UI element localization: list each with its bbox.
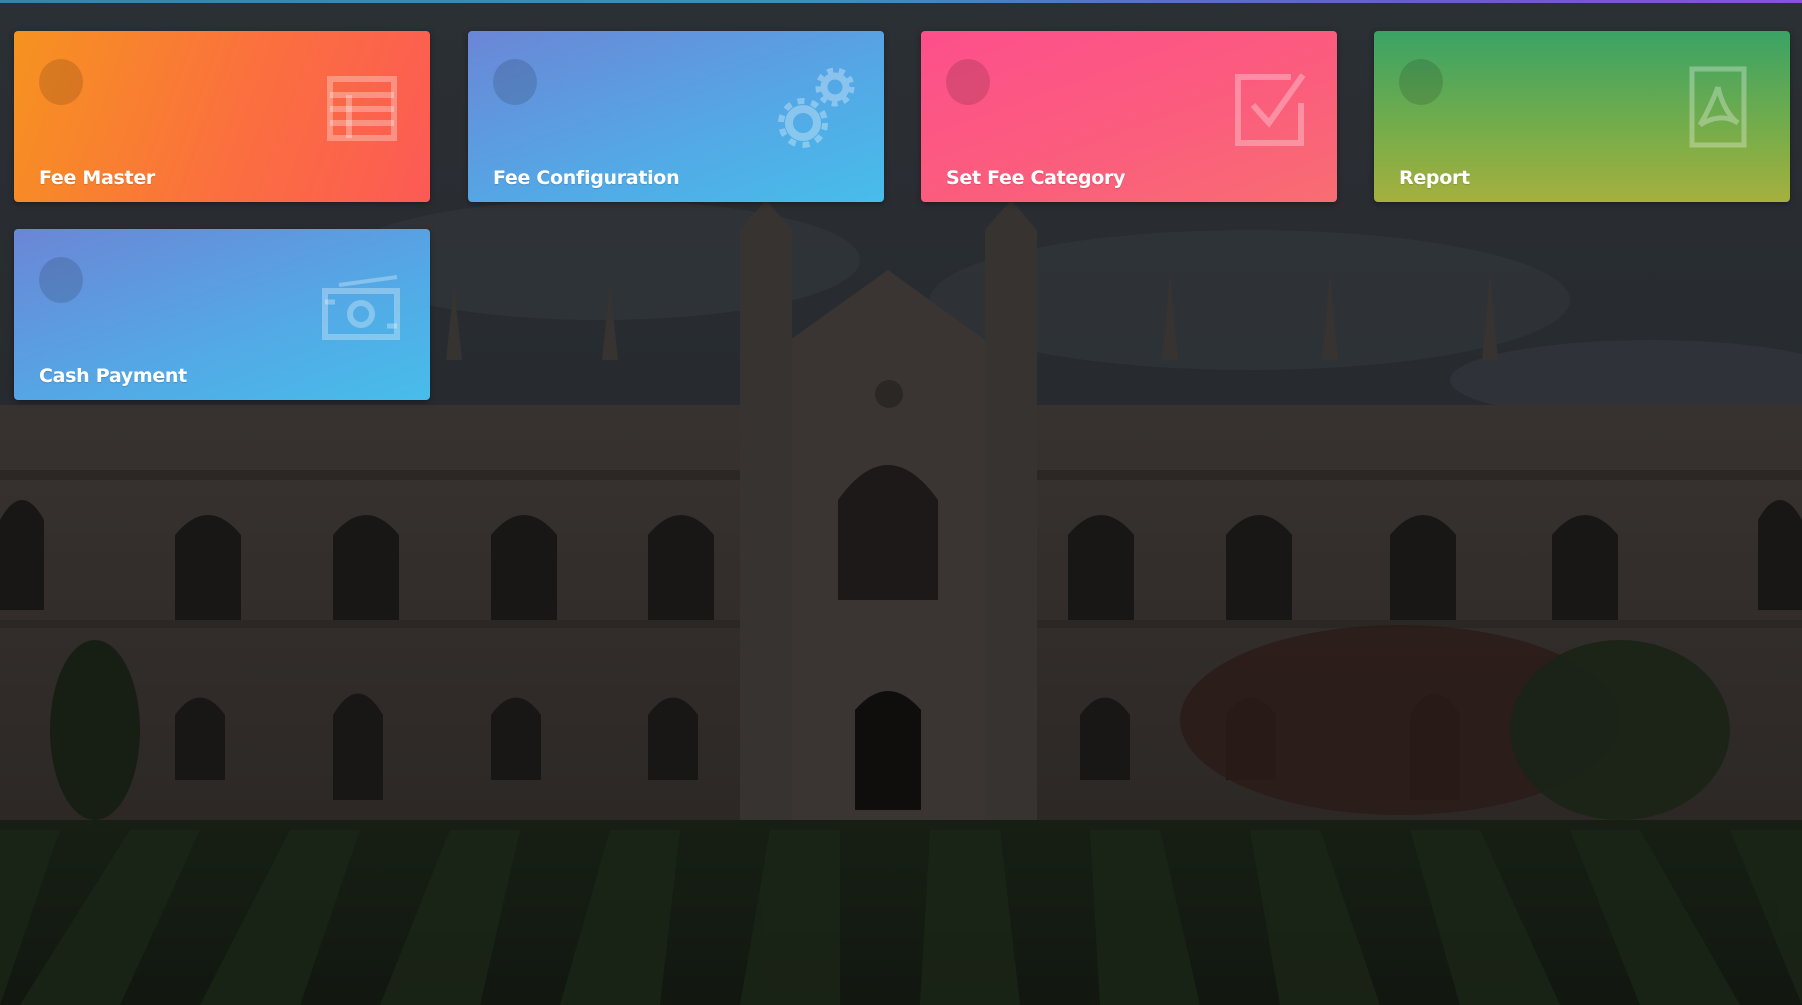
cash-payment-tile[interactable]: Cash Payment: [14, 229, 430, 400]
tile-dot: [946, 59, 990, 105]
fee-configuration-tile[interactable]: Fee Configuration: [468, 31, 884, 202]
checkbox-icon: [1233, 69, 1308, 149]
report-tile[interactable]: Report: [1374, 31, 1790, 202]
tile-dot: [39, 257, 83, 303]
tile-dot: [39, 59, 83, 105]
top-accent-bar: [0, 0, 1802, 3]
tile-dot: [1399, 59, 1443, 105]
tile-label: Report: [1399, 167, 1470, 189]
gears-icon: [778, 65, 858, 150]
money-icon: [321, 271, 403, 343]
fee-master-tile[interactable]: Fee Master: [14, 31, 430, 202]
tile-label: Cash Payment: [39, 365, 187, 387]
tile-dot: [493, 59, 537, 105]
tile-label: Fee Configuration: [493, 167, 680, 189]
table-icon: [327, 76, 397, 141]
tile-label: Fee Master: [39, 167, 155, 189]
pdf-file-icon: [1688, 65, 1748, 150]
set-fee-category-tile[interactable]: Set Fee Category: [921, 31, 1337, 202]
tile-label: Set Fee Category: [946, 167, 1126, 189]
